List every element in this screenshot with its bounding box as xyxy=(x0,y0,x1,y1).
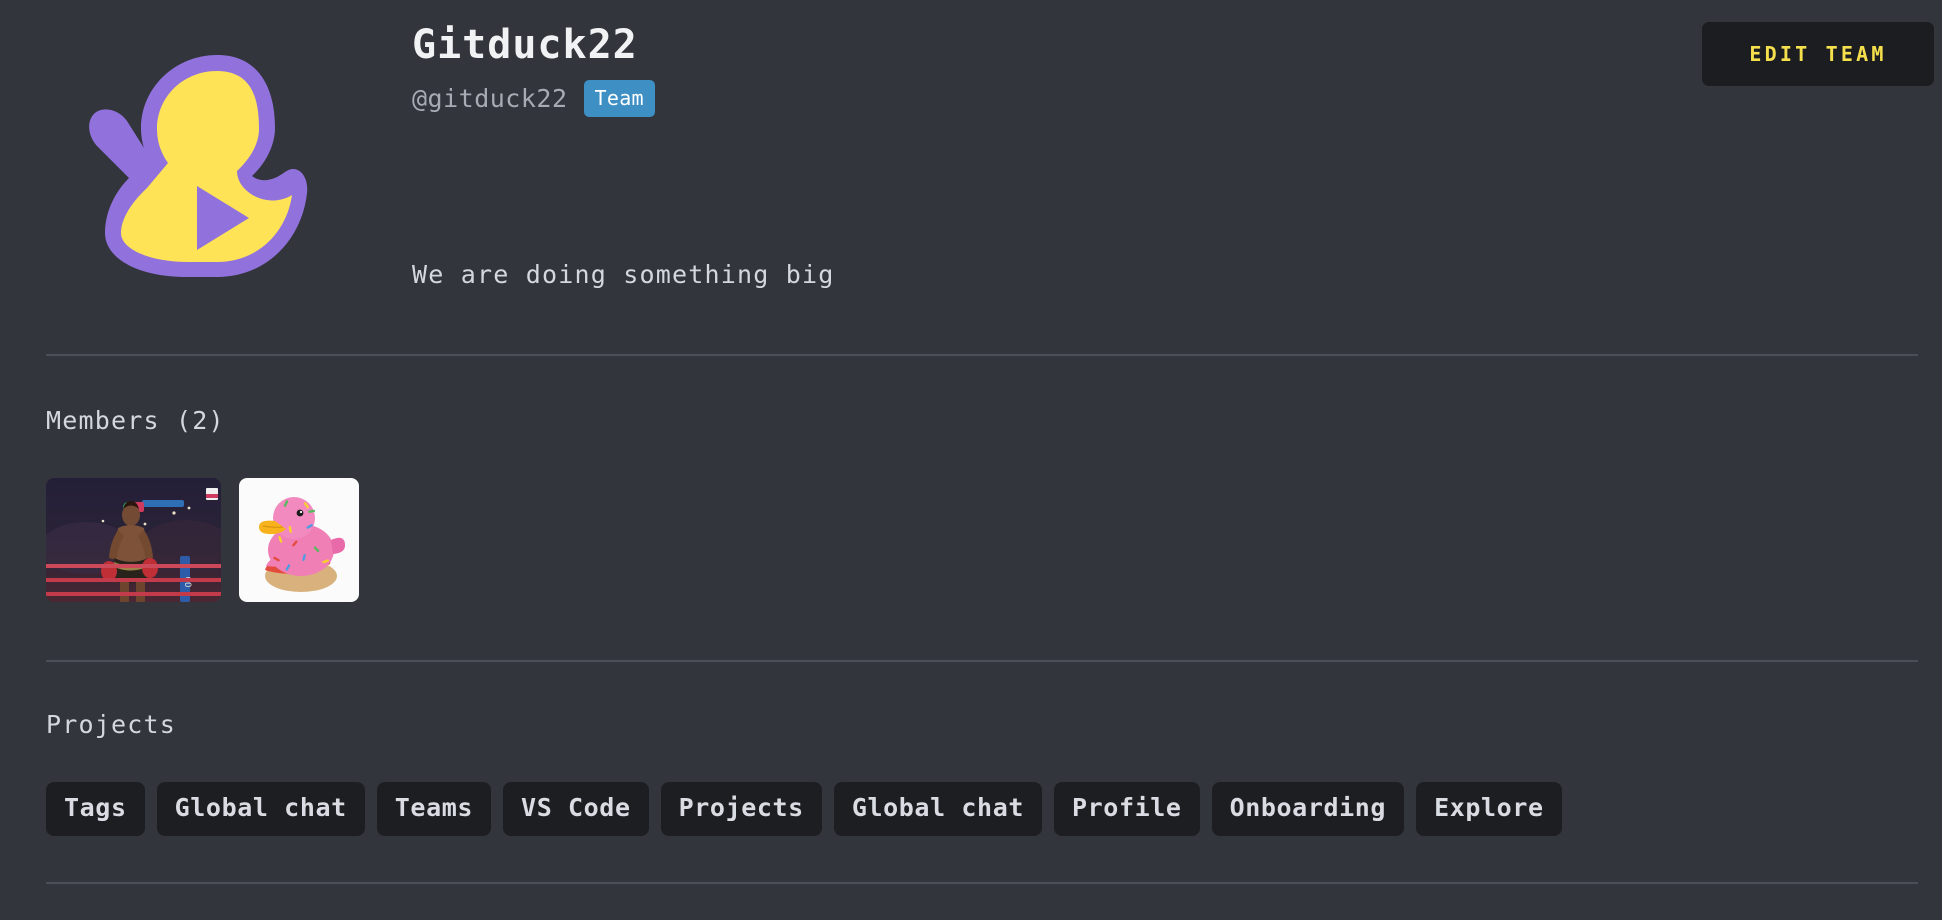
members-list: GO xyxy=(46,478,359,602)
members-section-title: Members (2) xyxy=(46,406,225,435)
project-chip[interactable]: Explore xyxy=(1416,782,1562,836)
project-chip[interactable]: Global chat xyxy=(833,782,1042,836)
team-profile-page: Gitduck22 @gitduck22 Team We are doing s… xyxy=(0,0,1942,920)
gitduck-logo-icon xyxy=(89,55,308,277)
divider-members xyxy=(46,660,1918,662)
team-bio: We are doing something big xyxy=(412,260,835,289)
team-logo xyxy=(62,38,322,288)
project-chip[interactable]: Tags xyxy=(46,782,145,836)
team-handle: @gitduck22 xyxy=(412,83,568,113)
project-chip[interactable]: VS Code xyxy=(503,782,649,836)
projects-section-title: Projects xyxy=(46,710,177,739)
divider-header xyxy=(46,354,1918,356)
page-title: Gitduck22 xyxy=(412,22,638,68)
project-chip[interactable]: Global chat xyxy=(156,782,365,836)
boxer-photo-icon: GO xyxy=(46,478,221,602)
project-chip[interactable]: Projects xyxy=(660,782,822,836)
member-avatar-donut-duck[interactable] xyxy=(239,478,359,602)
handle-row: @gitduck22 Team xyxy=(412,80,1612,117)
donut-duck-photo-icon xyxy=(239,478,359,602)
edit-team-button[interactable]: EDIT TEAM xyxy=(1702,22,1934,86)
divider-projects xyxy=(46,882,1918,884)
project-chip[interactable]: Onboarding xyxy=(1211,782,1405,836)
project-chip[interactable]: Profile xyxy=(1054,782,1200,836)
projects-list: Tags Global chat Teams VS Code Projects … xyxy=(46,782,1562,836)
status-badge: Team xyxy=(583,80,655,117)
team-header: Gitduck22 @gitduck22 Team We are doing s… xyxy=(0,0,1942,355)
project-chip[interactable]: Teams xyxy=(376,782,492,836)
team-identity: Gitduck22 @gitduck22 Team xyxy=(412,18,1612,117)
member-avatar-boxer[interactable]: GO xyxy=(46,478,221,602)
